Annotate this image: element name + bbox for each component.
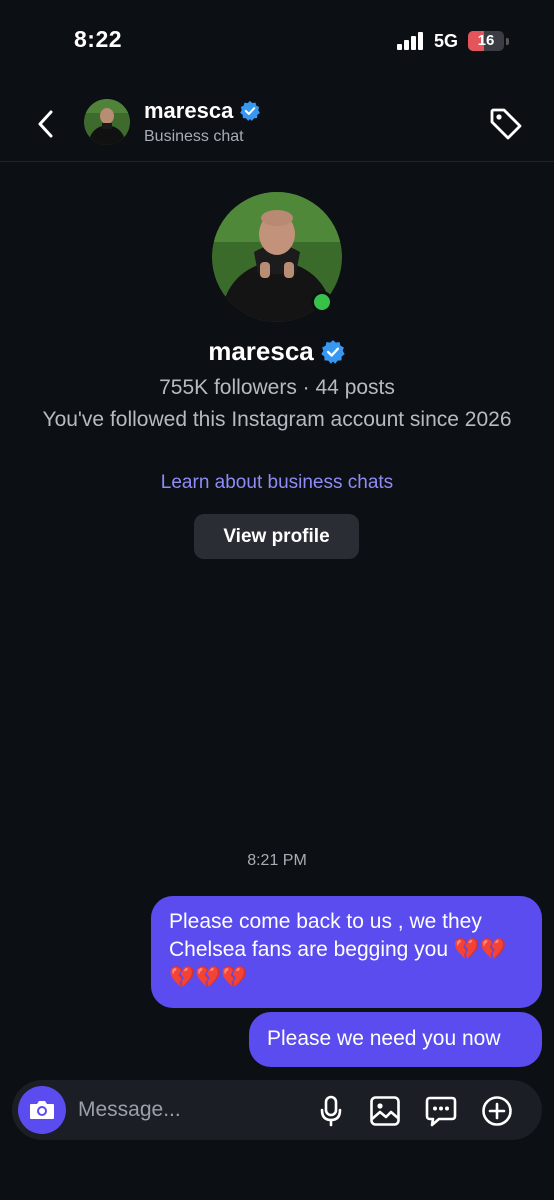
microphone-icon: [320, 1095, 342, 1127]
back-button[interactable]: [30, 106, 60, 142]
message-timestamp: 8:21 PM: [247, 852, 307, 869]
online-status-indicator: [311, 291, 333, 313]
network-type: 5G: [434, 31, 459, 51]
header-avatar[interactable]: [84, 99, 130, 145]
signal-bars-icon: [397, 32, 427, 50]
chat-more-icon: [425, 1096, 457, 1127]
header-subtitle: Business chat: [144, 128, 244, 145]
learn-business-chats-link[interactable]: Learn about business chats: [0, 472, 554, 494]
followed-since-text: You've followed this Instagram account s…: [42, 408, 512, 431]
message-input[interactable]: [78, 1094, 298, 1126]
verified-badge-icon: [321, 339, 345, 364]
profile-name[interactable]: maresca: [0, 336, 554, 367]
camera-icon: [30, 1101, 54, 1119]
battery-level: 16: [477, 32, 495, 49]
microphone-button[interactable]: [314, 1094, 348, 1128]
status-bar: 8:22 5G 16: [0, 0, 554, 80]
tag-icon: [490, 108, 522, 140]
status-time: 8:22: [74, 26, 123, 52]
battery-icon: 16: [468, 31, 504, 51]
back-chevron-icon: [38, 110, 53, 138]
gallery-icon: [370, 1096, 400, 1126]
header-name-text: maresca: [144, 98, 234, 123]
profile-stats: 755K followers · 44 posts: [159, 376, 395, 399]
gallery-button[interactable]: [368, 1094, 402, 1128]
camera-button[interactable]: [18, 1086, 66, 1134]
message-composer: [12, 1080, 542, 1140]
tag-button[interactable]: [488, 106, 524, 142]
message-bubble-sent[interactable]: Please we need you now: [249, 1012, 542, 1067]
view-profile-button[interactable]: View profile: [194, 514, 359, 559]
add-icon: [482, 1096, 512, 1126]
header-name[interactable]: maresca: [144, 98, 261, 124]
battery-cap: [506, 38, 509, 45]
add-button[interactable]: [480, 1094, 514, 1128]
chat-more-button[interactable]: [424, 1094, 458, 1128]
verified-badge-icon: [240, 100, 261, 121]
message-bubble-sent[interactable]: Please come back to us , we they Chelsea…: [151, 896, 542, 1008]
chat-header: maresca Business chat: [0, 90, 554, 162]
profile-name-text: maresca: [208, 336, 314, 366]
